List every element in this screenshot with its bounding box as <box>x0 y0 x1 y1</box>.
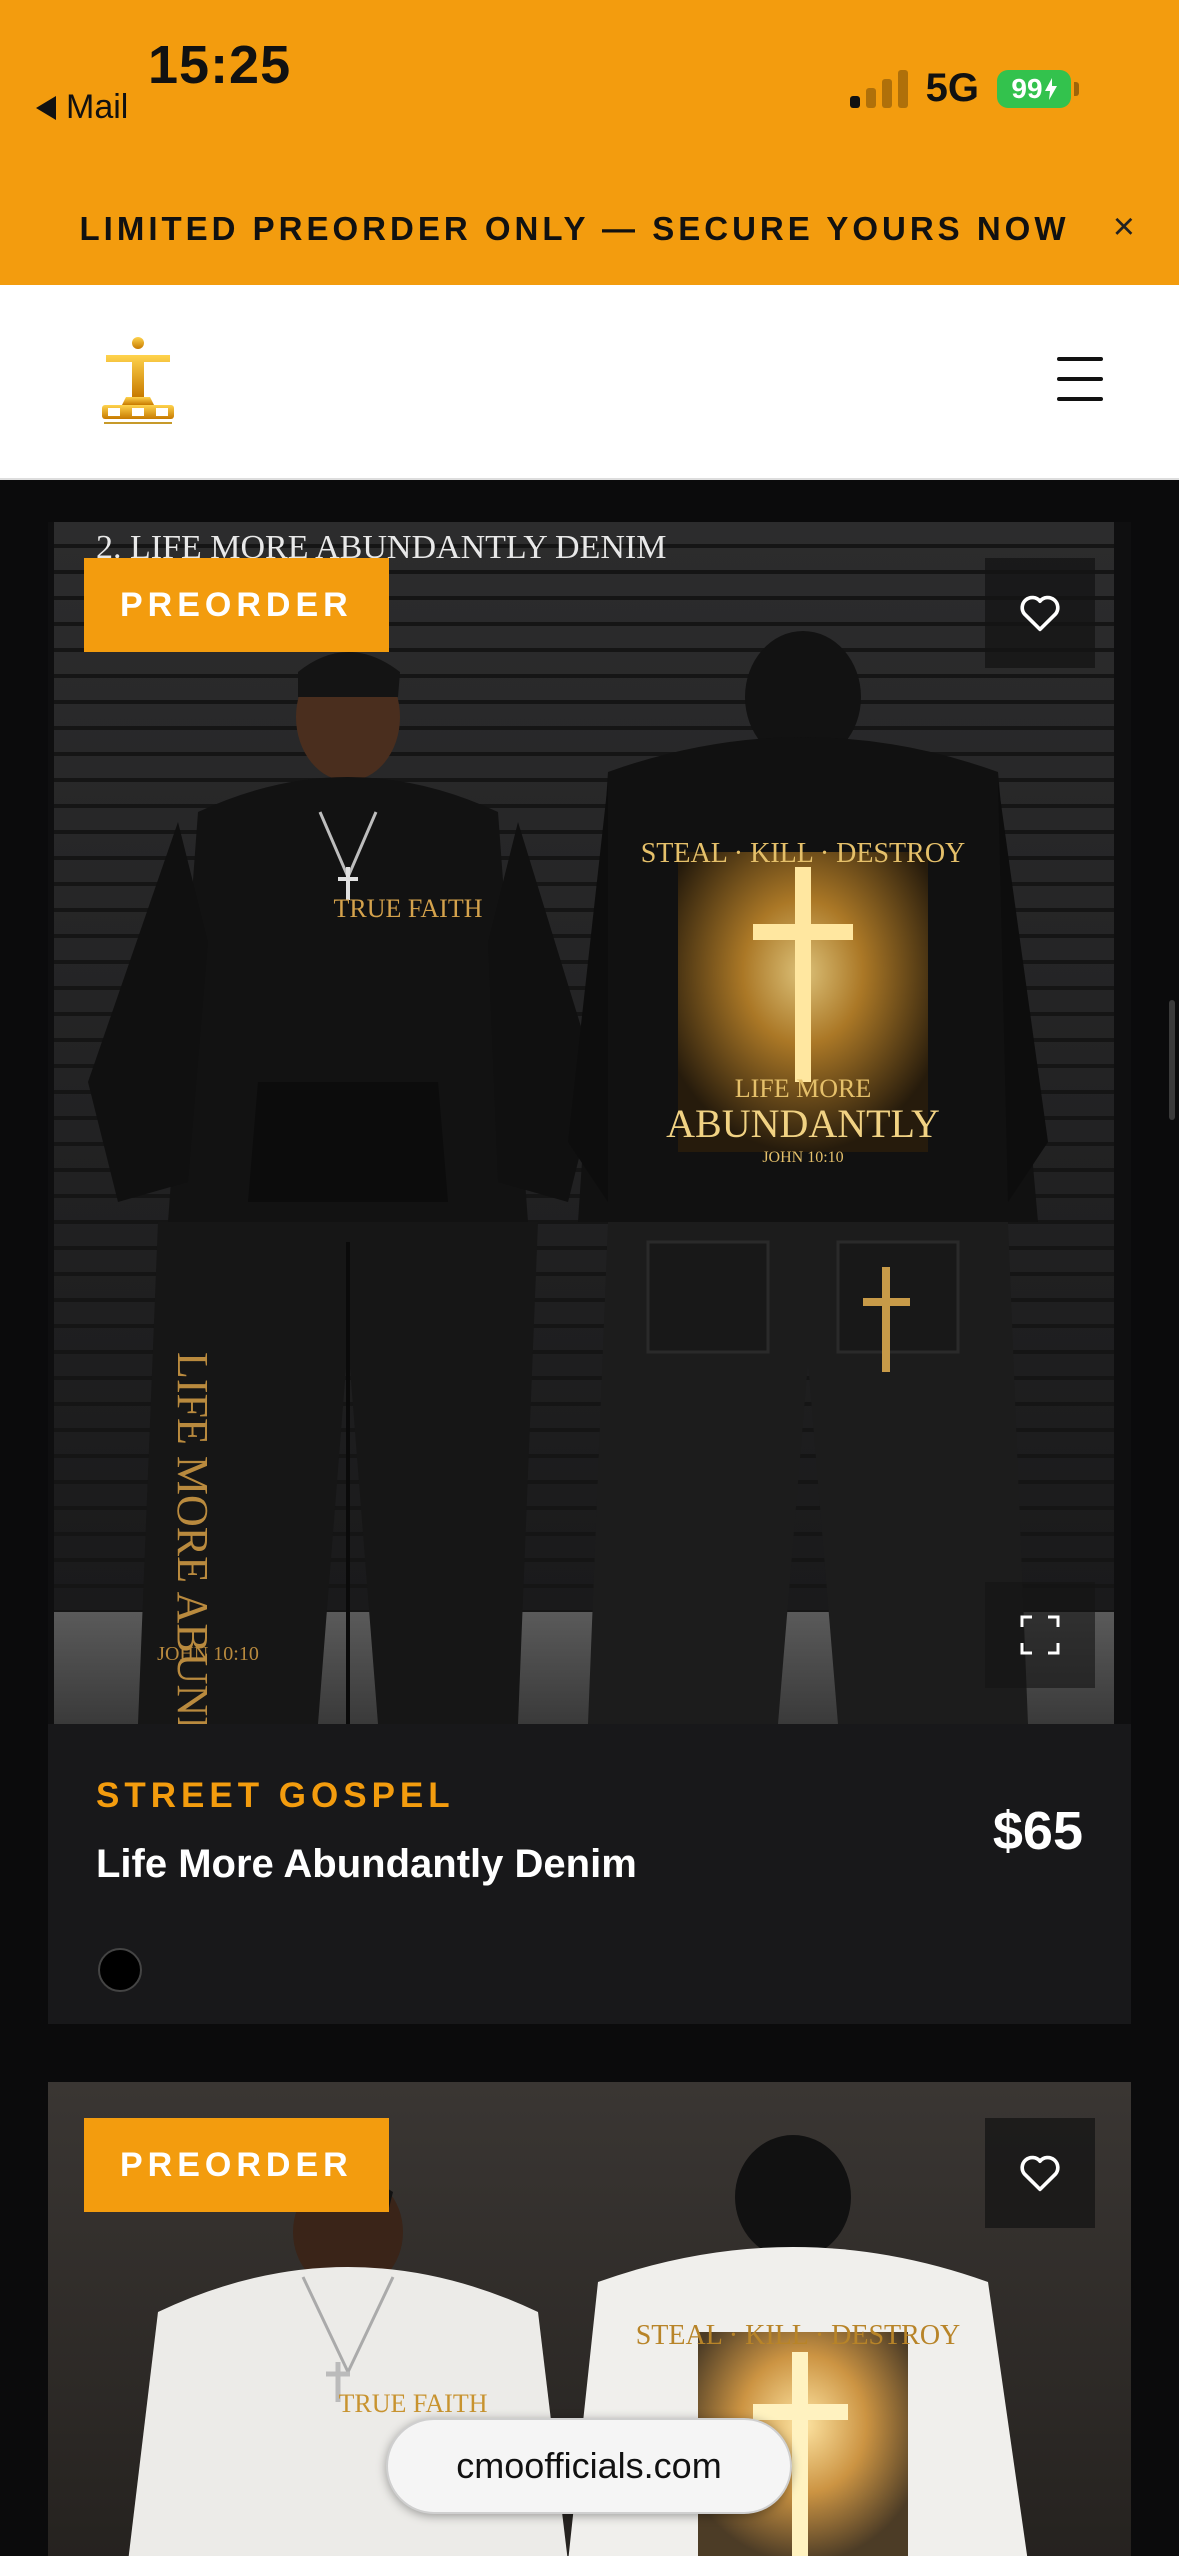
network-type: 5G <box>925 66 979 110</box>
status-bar: Mail 15:25 5G 99 <box>0 0 1179 170</box>
announcement-bar: LIMITED PREORDER ONLY — SECURE YOURS NOW… <box>0 170 1179 285</box>
product-collection: STREET GOSPEL <box>96 1776 455 1815</box>
product-card[interactable]: 2. LIFE MORE ABUNDANTLY DENIM TRUE FAITH… <box>48 522 1131 2024</box>
signal-strength-icon <box>849 69 908 108</box>
product-image[interactable]: 2. LIFE MORE ABUNDANTLY DENIM TRUE FAITH… <box>48 522 1131 1724</box>
clock: 15:25 <box>148 35 292 95</box>
hoodie-back-main-text: LIFE MORE <box>735 1074 872 1103</box>
fullscreen-button[interactable] <box>985 1582 1095 1688</box>
leg-text: LIFE MORE ABUNDANTLY <box>168 1352 217 1724</box>
heart-icon <box>1020 2155 1060 2192</box>
charging-bolt-icon <box>1044 77 1057 100</box>
site-header <box>0 285 1179 480</box>
back-label: Mail <box>66 88 129 126</box>
wishlist-button[interactable] <box>985 2118 1095 2228</box>
hoodie-back-big-text: ABUNDANTLY <box>666 1101 940 1146</box>
browser-url-bar[interactable]: cmoofficials.com <box>386 2418 792 2514</box>
product-price: $65 <box>992 1801 1083 1861</box>
product-title[interactable]: Life More Abundantly Denim <box>96 1842 637 1887</box>
battery-level: 99 <box>1011 72 1043 104</box>
leg-ref-text: JOHN 10:10 <box>157 1643 259 1665</box>
page-scrollbar[interactable] <box>1169 1000 1175 1120</box>
preorder-badge: PREORDER <box>84 558 389 652</box>
hamburger-menu-icon[interactable] <box>1057 357 1103 401</box>
hoodie-back-top-text: STEAL · KILL · DESTROY <box>641 838 966 869</box>
color-swatch-black[interactable] <box>98 1948 142 1992</box>
product-info[interactable]: STREET GOSPEL Life More Abundantly Denim… <box>48 1724 1131 2024</box>
hoodie-back-ref-text: JOHN 10:10 <box>762 1149 843 1166</box>
back-arrow-icon <box>36 95 56 120</box>
wishlist-button[interactable] <box>985 558 1095 668</box>
heart-icon <box>1020 595 1060 632</box>
hoodie-back-top-text: STEAL · KILL · DESTROY <box>636 2320 961 2351</box>
announcement-text: LIMITED PREORDER ONLY — SECURE YOURS NOW <box>79 210 1070 247</box>
preorder-badge: PREORDER <box>84 2118 389 2212</box>
cmo-logo[interactable] <box>100 335 176 427</box>
close-announcement-button[interactable]: × <box>1113 208 1135 246</box>
back-to-mail-button[interactable]: Mail <box>36 88 128 127</box>
product-photo: 2. LIFE MORE ABUNDANTLY DENIM TRUE FAITH… <box>48 522 1131 1724</box>
expand-icon <box>1020 1615 1060 1655</box>
hoodie-front-text: TRUE FAITH <box>333 894 482 923</box>
battery-icon: 99 <box>997 69 1079 108</box>
hoodie-front-text: TRUE FAITH <box>338 2389 487 2418</box>
